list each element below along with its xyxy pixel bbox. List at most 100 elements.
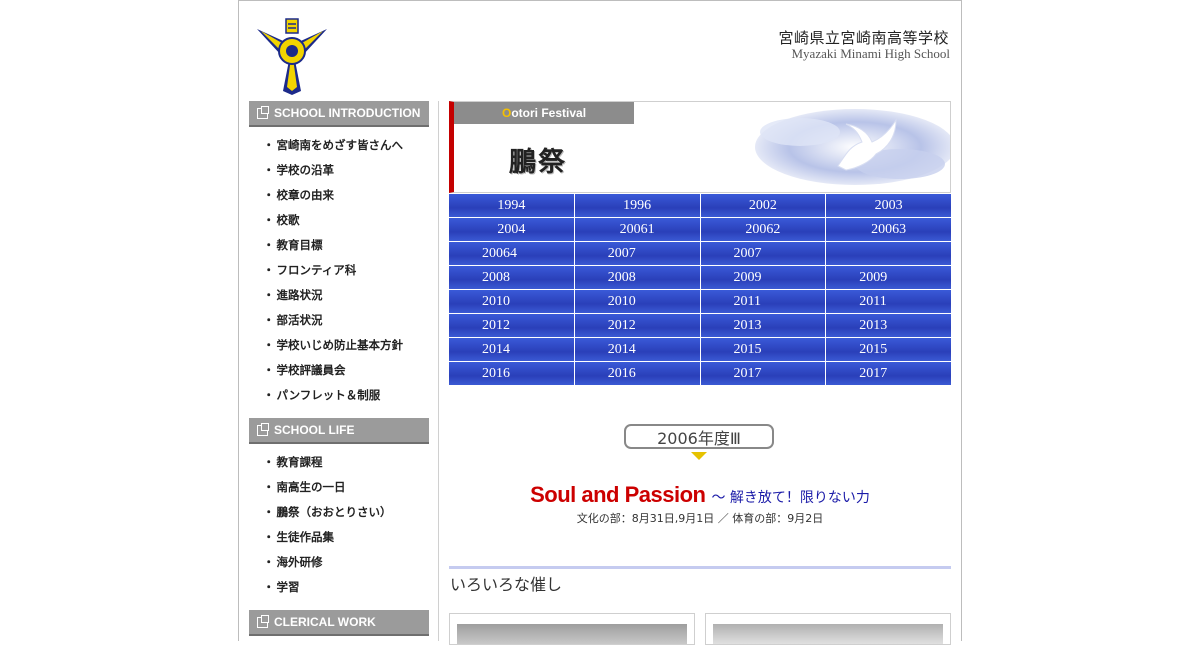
sidebar-divider [438, 101, 439, 641]
school-emblem-icon[interactable] [253, 15, 331, 95]
banner-tab-label: otori Festival [511, 106, 587, 120]
year-link[interactable]: 2016 [574, 362, 700, 385]
year-link[interactable]: 2010 [574, 290, 700, 313]
year-link[interactable]: 2015 [826, 338, 951, 361]
menu-item-label[interactable]: 教育課程 [277, 455, 323, 469]
menu-item-label[interactable]: 学校評議員会 [277, 363, 346, 377]
menu-item[interactable]: ・部活状況 [249, 308, 429, 333]
year-link[interactable]: 20062 [700, 218, 826, 241]
school-life-menu: ・教育課程 ・南高生の一日 ・鵬祭（おおとりさい） ・生徒作品集 ・海外研修 ・… [249, 450, 429, 600]
year-link[interactable]: 2008 [449, 266, 574, 289]
year-link[interactable]: 2013 [700, 314, 826, 337]
year-link[interactable]: 20064 [449, 242, 574, 265]
year-link[interactable]: 1996 [574, 194, 700, 217]
year-link[interactable]: 2009 [826, 266, 951, 289]
section-title: SCHOOL INTRODUCTION [274, 106, 421, 120]
window-icon [257, 105, 269, 119]
menu-item[interactable]: ・南高生の一日 [249, 475, 429, 500]
year-badge: 2006年度Ⅲ [624, 424, 774, 449]
menu-item-label[interactable]: 学校いじめ防止基本方針 [277, 338, 404, 352]
menu-item[interactable]: ・教育課程 [249, 450, 429, 475]
year-link[interactable]: 2017 [700, 362, 826, 385]
year-link[interactable]: 2012 [574, 314, 700, 337]
year-link[interactable]: 20063 [826, 218, 951, 241]
year-link[interactable]: 2012 [449, 314, 574, 337]
year-link[interactable]: 20061 [574, 218, 700, 241]
year-link[interactable]: 2003 [826, 194, 951, 217]
headline-sub: ～ 解き放て！限りない力 [711, 490, 870, 506]
menu-item[interactable]: ・学習 [249, 575, 429, 600]
year-link[interactable]: 2015 [700, 338, 826, 361]
menu-item-label[interactable]: 鵬祭（おおとりさい） [277, 505, 392, 519]
year-link[interactable]: 2010 [449, 290, 574, 313]
menu-item[interactable]: ・生徒作品集 [249, 525, 429, 550]
year-link[interactable]: 2007 [574, 242, 700, 265]
menu-item-label[interactable]: 学習 [277, 580, 300, 594]
window-icon [257, 614, 269, 628]
menu-item-label[interactable]: 校章の由来 [277, 188, 335, 202]
festival-dates: 文化の部：8月31日,9月1日 ／ 体育の部：9月2日 [576, 512, 824, 525]
menu-item[interactable]: ・海外研修 [249, 550, 429, 575]
menu-item-label[interactable]: パンフレット＆制服 [277, 388, 381, 402]
menu-item-label[interactable]: 生徒作品集 [277, 530, 335, 544]
menu-item-label[interactable]: 校歌 [277, 213, 300, 227]
year-link[interactable]: 1994 [449, 194, 574, 217]
main-content: Ootori Festival 鵬祭 1994 1996 2002 2003 2… [449, 101, 951, 645]
menu-item[interactable]: ・パンフレット＆制服 [249, 383, 429, 408]
year-link[interactable]: 2014 [449, 338, 574, 361]
menu-item[interactable]: ・校歌 [249, 208, 429, 233]
page-container: 宮崎県立宮崎南高等学校 Myazaki Minami High School S… [238, 0, 962, 645]
year-link[interactable]: 2016 [449, 362, 574, 385]
banner-tab: Ootori Festival [454, 102, 634, 124]
sidebar: SCHOOL INTRODUCTION ・宮崎南をめざす皆さんへ ・学校の沿革 … [249, 101, 429, 636]
menu-item-label[interactable]: 宮崎南をめざす皆さんへ [277, 138, 404, 152]
section-divider [449, 566, 951, 569]
year-link-grid: 1994 1996 2002 2003 2004 20061 20062 200… [449, 194, 951, 385]
menu-item[interactable]: ・進路状況 [249, 283, 429, 308]
menu-item[interactable]: ・学校評議員会 [249, 358, 429, 383]
year-link[interactable]: 2014 [574, 338, 700, 361]
events-heading: いろいろな催し [450, 575, 563, 594]
section-title: CLERICAL WORK [274, 615, 376, 629]
menu-item-label[interactable]: フロンティア科 [277, 263, 357, 277]
year-link[interactable]: 2017 [826, 362, 951, 385]
event-photo [457, 624, 687, 644]
menu-item-label[interactable]: 教育目標 [277, 238, 323, 252]
bird-cloud-image [750, 102, 950, 192]
festival-banner: Ootori Festival 鵬祭 [449, 101, 951, 193]
year-link[interactable]: 2009 [700, 266, 826, 289]
school-introduction-menu: ・宮崎南をめざす皆さんへ ・学校の沿革 ・校章の由来 ・校歌 ・教育目標 ・フロ… [249, 133, 429, 408]
menu-item[interactable]: ・学校いじめ防止基本方針 [249, 333, 429, 358]
menu-item[interactable]: ・校章の由来 [249, 183, 429, 208]
event-photo [713, 624, 943, 644]
year-link[interactable]: 2004 [449, 218, 574, 241]
window-icon [257, 422, 269, 436]
menu-item[interactable]: ・フロンティア科 [249, 258, 429, 283]
year-link [826, 242, 951, 265]
event-photo-card[interactable] [449, 613, 695, 645]
down-arrow-icon [691, 452, 707, 460]
festival-headline: Soul and Passion ～ 解き放て！限りない力 [449, 482, 951, 508]
menu-item-label[interactable]: 南高生の一日 [277, 480, 346, 494]
menu-item[interactable]: ・学校の沿革 [249, 158, 429, 183]
menu-item-label[interactable]: 進路状況 [277, 288, 323, 302]
menu-item-label[interactable]: 学校の沿革 [277, 163, 335, 177]
menu-item[interactable]: ・宮崎南をめざす皆さんへ [249, 133, 429, 158]
year-link[interactable]: 2007 [700, 242, 826, 265]
page-title: 鵬祭 [509, 147, 567, 178]
menu-item[interactable]: ・鵬祭（おおとりさい） [249, 500, 429, 525]
menu-item[interactable]: ・教育目標 [249, 233, 429, 258]
section-header-school-introduction: SCHOOL INTRODUCTION [249, 101, 429, 127]
section-header-school-life: SCHOOL LIFE [249, 418, 429, 444]
section-title: SCHOOL LIFE [274, 423, 355, 437]
menu-item-label[interactable]: 海外研修 [277, 555, 323, 569]
menu-item-label[interactable]: 部活状況 [277, 313, 323, 327]
headline-main: Soul and Passion [530, 482, 706, 507]
event-photo-card[interactable] [705, 613, 951, 645]
school-name-jp: 宮崎県立宮崎南高等学校 [778, 29, 949, 47]
year-link[interactable]: 2011 [700, 290, 826, 313]
year-link[interactable]: 2011 [826, 290, 951, 313]
year-link[interactable]: 2002 [700, 194, 826, 217]
year-link[interactable]: 2008 [574, 266, 700, 289]
year-link[interactable]: 2013 [826, 314, 951, 337]
